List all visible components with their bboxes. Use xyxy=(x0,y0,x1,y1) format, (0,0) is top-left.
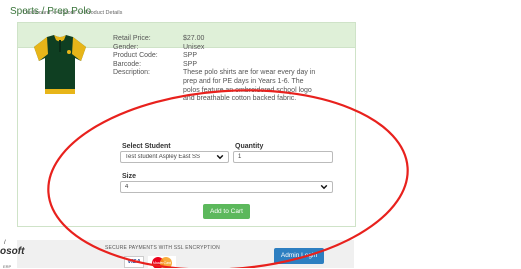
detail-value: SPP xyxy=(183,60,198,68)
detail-value: Unisex xyxy=(183,43,205,51)
detail-row: Description: These polo shirts are for w… xyxy=(113,69,318,103)
polo-shirt-image xyxy=(34,35,86,94)
detail-row: Retail Price: $27.00 xyxy=(113,35,318,44)
detail-row: Barcode: SPP xyxy=(113,61,318,70)
detail-value: $27.00 xyxy=(183,35,205,42)
visa-logo: VISA xyxy=(124,256,144,268)
product-title: Sports / Prep Polo xyxy=(10,6,92,17)
size-label: Size xyxy=(122,173,137,180)
student-select-value: Test student Aspley East SS xyxy=(125,154,201,160)
detail-label: Barcode: xyxy=(113,60,142,68)
size-select[interactable]: 4 xyxy=(120,181,333,193)
detail-label: Product Code: xyxy=(113,52,158,60)
vendor-logo-sub: ERP xyxy=(3,264,12,269)
detail-row: Product Code: SPP xyxy=(113,52,318,61)
detail-label: Gender: xyxy=(113,43,139,51)
select-student-label: Select Student xyxy=(122,143,171,150)
vendor-logo: osoft xyxy=(0,246,25,257)
secure-payments-text: SECURE PAYMENTS WITH SSL ENCRYPTION xyxy=(105,245,220,251)
mastercard-text: MasterCard xyxy=(153,261,172,265)
detail-label: Description: xyxy=(113,69,150,77)
quantity-label: Quantity xyxy=(235,143,264,150)
student-select[interactable]: Test student Aspley East SS xyxy=(120,151,229,163)
detail-label: Retail Price: xyxy=(113,35,151,42)
size-select-value: 4 xyxy=(125,184,129,190)
mastercard-logo: MasterCard xyxy=(148,256,176,268)
quantity-input[interactable]: 1 xyxy=(233,151,333,163)
chevron-down-icon xyxy=(216,154,224,160)
product-details: Retail Price: $27.00 Gender: Unisex Prod… xyxy=(113,35,318,104)
admin-login-button[interactable]: Admin Login xyxy=(274,248,324,264)
detail-value: These polo shirts are for wear every day… xyxy=(183,69,316,103)
detail-value: SPP xyxy=(183,52,198,60)
quantity-value: 1 xyxy=(238,154,242,160)
add-to-cart-button[interactable]: Add to Cart xyxy=(203,204,250,219)
detail-row: Gender: Unisex xyxy=(113,44,318,53)
chevron-down-icon xyxy=(320,184,328,190)
